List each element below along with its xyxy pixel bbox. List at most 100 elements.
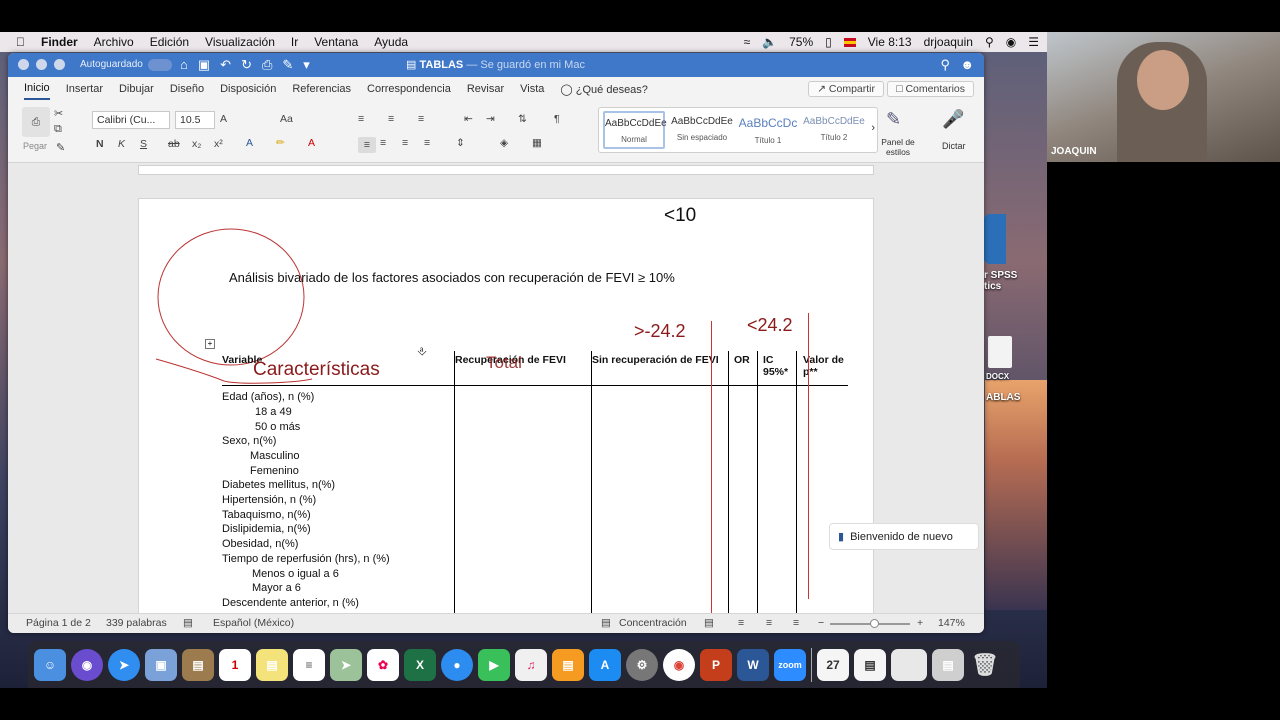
system-preferences-icon[interactable]: ⚙ xyxy=(626,648,658,681)
user-name[interactable]: drjoaquin xyxy=(924,35,973,49)
menu-archivo[interactable]: Archivo xyxy=(94,35,134,49)
decrease-indent-icon[interactable]: ⇤ xyxy=(464,113,473,125)
finder-icon[interactable]: ☺ xyxy=(34,648,66,681)
app-store-icon[interactable]: A xyxy=(589,648,621,681)
powerpoint-icon[interactable]: P xyxy=(700,648,732,681)
grow-font-icon[interactable]: A xyxy=(220,113,227,125)
align-center-icon[interactable]: ≡ xyxy=(380,137,386,149)
tab-insertar[interactable]: Insertar xyxy=(66,79,103,99)
tab-referencias[interactable]: Referencias xyxy=(292,79,351,99)
underline-icon[interactable]: S xyxy=(140,138,147,150)
tablas-file-label[interactable]: ABLAS xyxy=(986,392,1020,403)
facetime-icon[interactable]: ▶ xyxy=(478,648,510,681)
music-icon[interactable]: ♫ xyxy=(515,648,547,681)
bullets-icon[interactable]: ≡ xyxy=(358,113,364,125)
change-case-icon[interactable]: Aa xyxy=(280,113,293,125)
style-heading-1[interactable]: AaBbCcDc Título 1 xyxy=(737,111,799,149)
messages-icon[interactable]: ● xyxy=(441,648,473,681)
text-effects-icon[interactable]: A xyxy=(246,137,253,149)
notification-center-icon[interactable]: ☰ xyxy=(1028,35,1039,49)
paste-icon[interactable]: ⎙ xyxy=(22,107,50,137)
tab-disposicion[interactable]: Disposición xyxy=(220,79,276,99)
word-count[interactable]: 339 palabras xyxy=(106,617,167,629)
horizontal-ruler[interactable] xyxy=(8,163,984,177)
save-icon[interactable]: ▣ xyxy=(198,57,210,73)
menu-ayuda[interactable]: Ayuda xyxy=(374,35,408,49)
language[interactable]: Español (México) xyxy=(213,617,294,629)
web-layout-icon[interactable]: ≡ xyxy=(793,617,799,629)
share-person-icon[interactable]: ☻ xyxy=(960,57,974,72)
cut-icon[interactable]: ✂ xyxy=(54,107,63,120)
draft-view-icon[interactable]: ≡ xyxy=(766,617,772,629)
zoom-level[interactable]: 147% xyxy=(938,617,965,629)
maps-icon[interactable]: ➤ xyxy=(330,648,362,681)
tell-me-search[interactable]: ◯ ¿Qué deseas? xyxy=(560,79,648,100)
calendar-icon[interactable]: 1 xyxy=(219,648,251,681)
multilevel-list-icon[interactable]: ≡ xyxy=(418,113,424,125)
photos-icon[interactable]: ✿ xyxy=(367,648,399,681)
menu-app-finder[interactable]: Finder xyxy=(41,35,78,49)
microphone-icon[interactable]: 🎤 xyxy=(942,109,964,130)
zoom-icon[interactable]: zoom xyxy=(774,648,806,681)
share-button[interactable]: ↗ Compartir xyxy=(808,81,884,97)
vertical-ruler[interactable] xyxy=(8,177,20,617)
redo-icon[interactable]: ↻ xyxy=(241,57,252,73)
siri-icon[interactable]: ◉ xyxy=(1006,35,1016,49)
autosave-toggle[interactable] xyxy=(148,59,172,71)
preview-icon[interactable]: ▣ xyxy=(145,648,177,681)
home-icon[interactable]: ⌂ xyxy=(180,57,188,73)
docx-file-icon[interactable] xyxy=(988,336,1012,368)
spotlight-search-icon[interactable]: ⚲ xyxy=(985,35,994,49)
welcome-back-toast[interactable]: ▮ Bienvenido de nuevo xyxy=(829,523,979,550)
style-heading-2[interactable]: AaBbCcDdEe Título 2 xyxy=(803,111,865,149)
print-layout-icon[interactable]: ▤ xyxy=(704,617,714,629)
close-button[interactable] xyxy=(18,59,29,70)
word-icon[interactable]: W xyxy=(737,648,769,681)
menu-edicion[interactable]: Edición xyxy=(150,35,189,49)
chrome-icon[interactable]: ◉ xyxy=(663,648,695,681)
volume-icon[interactable]: 🔈 xyxy=(762,35,777,49)
increase-indent-icon[interactable]: ⇥ xyxy=(486,113,495,125)
tab-revisar[interactable]: Revisar xyxy=(467,79,504,99)
print-icon[interactable]: ⎙ xyxy=(262,57,272,73)
tab-vista[interactable]: Vista xyxy=(520,79,544,99)
strikethrough-icon[interactable]: ab xyxy=(168,138,180,150)
calendar-file-icon[interactable]: 27 xyxy=(817,648,849,681)
trash-icon[interactable]: 🗑 xyxy=(969,649,1001,681)
video-feed[interactable]: JOAQUIN xyxy=(1047,32,1280,162)
safari-icon[interactable]: ➤ xyxy=(108,648,140,681)
undo-icon[interactable]: ↶ xyxy=(220,57,231,73)
tab-correspondencia[interactable]: Correspondencia xyxy=(367,79,451,99)
focus-icon[interactable]: ▤ xyxy=(601,617,611,629)
proofing-icon[interactable]: ▤ xyxy=(183,617,193,629)
styles-pane-icon[interactable]: ✎ xyxy=(886,109,901,130)
line-spacing-icon[interactable]: ⇕ xyxy=(456,137,465,149)
notes-icon[interactable]: ▤ xyxy=(256,648,288,681)
style-normal[interactable]: AaBbCcDdEe Normal xyxy=(603,111,667,149)
sort-icon[interactable]: ⇅ xyxy=(518,113,527,125)
menu-visualizacion[interactable]: Visualización xyxy=(205,35,275,49)
clock[interactable]: Vie 8:13 xyxy=(868,35,912,49)
zoom-out-button[interactable]: − xyxy=(818,617,824,629)
downloads-stack-icon[interactable]: ▤ xyxy=(932,648,964,681)
edit-icon[interactable]: ✎ xyxy=(282,57,293,73)
style-no-spacing[interactable]: AaBbCcDdEe Sin espaciado xyxy=(671,111,733,149)
font-size-select[interactable]: 10.5 xyxy=(175,111,215,129)
shading-icon[interactable]: ◈ xyxy=(500,137,508,149)
reminders-icon[interactable]: ≡ xyxy=(293,648,325,681)
contacts-icon[interactable]: ▤ xyxy=(182,648,214,681)
battery-icon[interactable]: ▯ xyxy=(825,35,832,49)
tab-inicio[interactable]: Inicio xyxy=(24,78,50,100)
menu-ir[interactable]: Ir xyxy=(291,35,298,49)
zoom-slider[interactable] xyxy=(830,619,910,628)
minimize-button[interactable] xyxy=(36,59,47,70)
zoom-in-button[interactable]: + xyxy=(917,617,923,629)
excel-icon[interactable]: X xyxy=(404,648,436,681)
font-color-icon[interactable]: A xyxy=(308,137,315,149)
superscript-icon[interactable]: x² xyxy=(214,138,223,150)
bold-icon[interactable]: N xyxy=(96,138,104,150)
show-formatting-icon[interactable]: ¶ xyxy=(554,113,560,125)
table-move-handle[interactable]: + xyxy=(205,339,215,349)
font-name-select[interactable]: Calibri (Cu... xyxy=(92,111,170,129)
subscript-icon[interactable]: x₂ xyxy=(192,138,201,150)
